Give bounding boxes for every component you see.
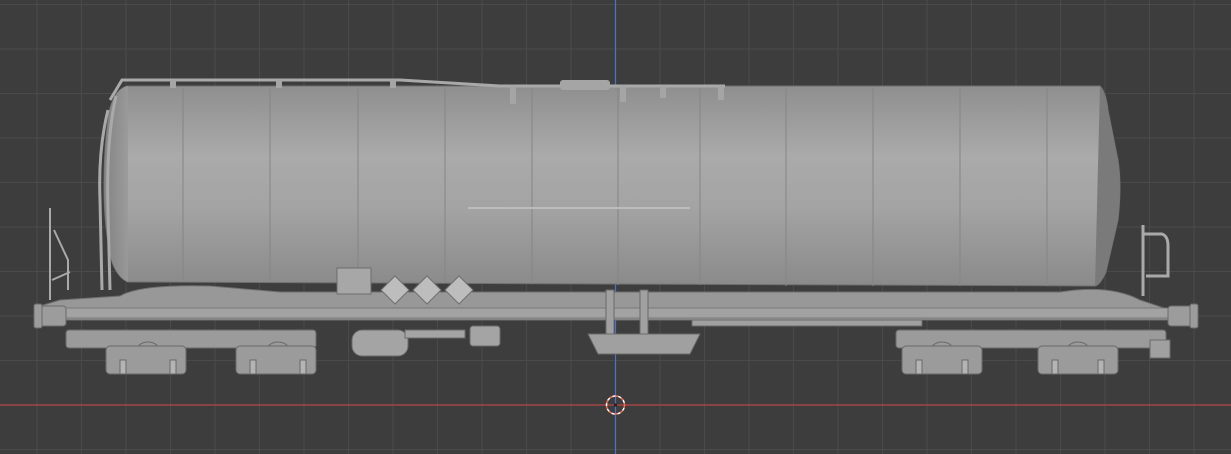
viewport-canvas[interactable]: [0, 0, 1231, 454]
buffer-right: [1167, 303, 1199, 329]
hazard-placard: [336, 267, 372, 295]
buffer-left: [33, 303, 67, 329]
air-reservoir: [351, 325, 501, 357]
bogie-right: [895, 329, 1171, 375]
bogie-left: [65, 329, 317, 375]
sole-bar: [63, 307, 1175, 319]
tank-barrel: [103, 85, 1121, 287]
end-railing-left: [49, 208, 71, 300]
hazard-diamonds: [380, 275, 474, 305]
3d-viewport[interactable]: [0, 0, 1231, 454]
end-ladder-right: [1141, 225, 1170, 296]
